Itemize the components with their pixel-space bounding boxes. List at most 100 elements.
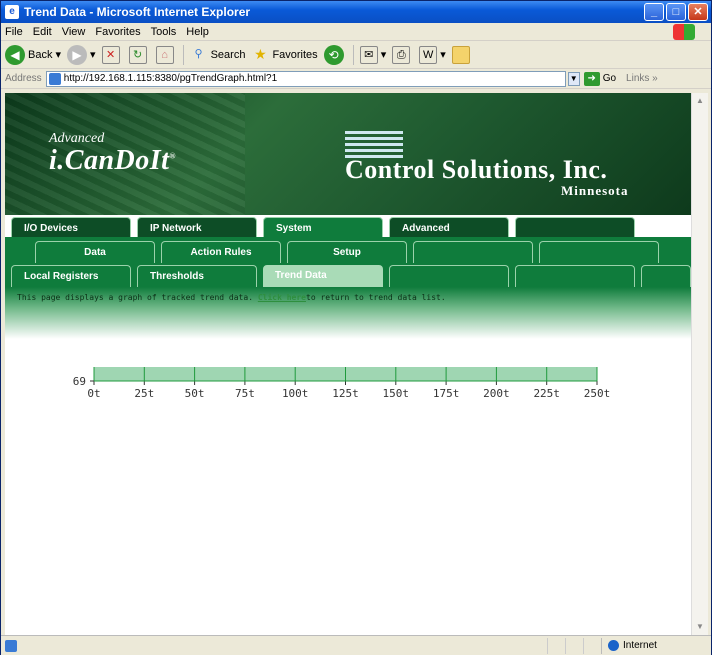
stop-button[interactable]: ✕ [101, 45, 123, 64]
scroll-down-icon[interactable]: ▼ [692, 619, 708, 635]
tab-empty [539, 241, 659, 263]
banner: Advanced i.CanDoIt® Control Solutions, I… [5, 93, 691, 215]
refresh-button[interactable]: ↻ [128, 45, 150, 64]
tab-data[interactable]: Data [35, 241, 155, 263]
tab-empty [515, 265, 635, 287]
stop-icon: ✕ [101, 45, 120, 64]
toolbar-separator [182, 44, 184, 65]
address-dropdown-icon[interactable]: ▼ [567, 71, 580, 86]
tab-local-registers[interactable]: Local Registers [11, 265, 131, 287]
tab-empty [515, 217, 635, 239]
go-label: Go [602, 73, 617, 84]
trend-chart: 0t 25t 50t 75t 100t 125t 150t 175t 200t 225t 250t 6… [5, 199, 691, 627]
x-tick-label: 150t [383, 387, 410, 400]
close-button[interactable]: ✕ [688, 3, 708, 21]
links-button[interactable]: Links » [626, 73, 658, 84]
minimize-button[interactable]: _ [644, 3, 664, 21]
x-tick-label: 50t [185, 387, 205, 400]
tab-empty [413, 241, 533, 263]
favorites-star-icon: ★ [254, 45, 267, 62]
toolbar: ◀ Back ▾ ▶ ▾ ✕ ↻ ⌂ ⚲ Search ★ Favorites ⟲ ✉ ▾… [1, 41, 711, 69]
menu-edit[interactable]: Edit [33, 26, 52, 38]
search-label: Search [210, 48, 246, 61]
history-button[interactable]: ⟲ [323, 44, 347, 65]
address-input[interactable]: http://192.168.1.115:8380/pgTrendGraph.h… [45, 70, 566, 87]
tab-setup[interactable]: Setup [287, 241, 407, 263]
status-bar: Internet [1, 635, 711, 655]
print-button[interactable]: ⎙ [392, 45, 413, 64]
tab-empty [641, 265, 691, 287]
status-cell [547, 637, 565, 654]
go-arrow-icon: ➜ [583, 71, 600, 86]
address-url: http://192.168.1.115:8380/pgTrendGraph.h… [63, 73, 278, 84]
tab-row-main: I/O Devices IP Network System Advanced [5, 215, 691, 239]
x-tick-label: 175t [433, 387, 460, 400]
word-icon: W [419, 45, 438, 64]
menu-favorites[interactable]: Favorites [95, 26, 140, 38]
tab-system[interactable]: System [263, 217, 383, 239]
page-status-icon [5, 639, 17, 652]
company-state: Minnesota [561, 183, 629, 198]
back-label: Back [28, 48, 53, 61]
status-cell [565, 637, 583, 654]
back-button[interactable]: ◀ Back ▾ [5, 44, 61, 65]
menu-view[interactable]: View [62, 26, 86, 38]
tab-thresholds[interactable]: Thresholds [137, 265, 257, 287]
x-tick-label: 225t [533, 387, 560, 400]
vertical-scrollbar[interactable]: ▲ ▼ [691, 93, 708, 635]
home-button[interactable]: ⌂ [155, 45, 177, 64]
mail-button[interactable]: ✉ ▾ [359, 45, 386, 64]
internet-globe-icon [608, 640, 619, 651]
folder-button[interactable] [451, 45, 473, 64]
menu-help[interactable]: Help [186, 26, 209, 38]
tab-empty [389, 265, 509, 287]
address-label: Address [5, 73, 42, 84]
tab-row-data: Local Registers Thresholds Trend Data [5, 263, 691, 287]
x-tick-label: 125t [332, 387, 359, 400]
scroll-up-icon[interactable]: ▲ [692, 93, 708, 109]
tab-ip-network[interactable]: IP Network [137, 217, 257, 239]
forward-button[interactable]: ▶ ▾ [67, 44, 96, 65]
registered-mark: ® [169, 151, 176, 161]
security-zone: Internet [601, 637, 711, 654]
maximize-button[interactable]: □ [666, 3, 686, 21]
windows-logo-icon [673, 24, 695, 40]
zone-label: Internet [623, 640, 657, 651]
print-icon: ⎙ [392, 45, 411, 64]
toolbar-separator [352, 44, 354, 65]
menu-file[interactable]: File [5, 26, 23, 38]
browser-window: e Trend Data - Microsoft Internet Explor… [0, 0, 712, 655]
tab-trend-data[interactable]: Trend Data [263, 265, 383, 287]
search-button[interactable]: ⚲ Search [190, 46, 246, 64]
favorites-button[interactable]: ★ Favorites [251, 45, 318, 64]
search-icon: ⚲ [194, 47, 203, 60]
go-button[interactable]: ➜ Go [583, 71, 617, 86]
return-link[interactable]: Click here [258, 293, 306, 302]
page-icon [48, 72, 61, 85]
edit-button[interactable]: W ▾ [419, 45, 446, 64]
page-content: Advanced i.CanDoIt® Control Solutions, I… [5, 93, 691, 635]
menu-tools[interactable]: Tools [151, 26, 177, 38]
y-tick-label: 69 [73, 375, 86, 388]
product-logo: i.CanDoIt® [49, 145, 176, 177]
address-bar: Address http://192.168.1.115:8380/pgTren… [1, 69, 711, 89]
tab-advanced[interactable]: Advanced [389, 217, 509, 239]
mail-icon: ✉ [359, 45, 378, 64]
tab-action-rules[interactable]: Action Rules [161, 241, 281, 263]
info-text: This page displays a graph of tracked tr… [17, 293, 258, 302]
company-name: Control Solutions, Inc. [345, 155, 608, 184]
x-tick-label: 250t [584, 387, 611, 400]
x-tick-label: 25t [134, 387, 154, 400]
folder-icon [451, 45, 470, 64]
x-tick-label: 100t [282, 387, 309, 400]
x-tick-label: 0t [87, 387, 100, 400]
x-tick-label: 75t [235, 387, 255, 400]
x-tick-label: 200t [483, 387, 510, 400]
history-icon: ⟲ [323, 44, 344, 65]
tab-io-devices[interactable]: I/O Devices [11, 217, 131, 239]
links-label: Links [626, 73, 650, 84]
status-cell [583, 637, 601, 654]
tab-row-sub: Data Action Rules Setup [5, 239, 691, 263]
trend-chart-svg: 0t 25t 50t 75t 100t 125t 150t 175t 200t 225t 250t 6… [73, 199, 611, 400]
product-name: i.CanDoIt [49, 145, 170, 176]
